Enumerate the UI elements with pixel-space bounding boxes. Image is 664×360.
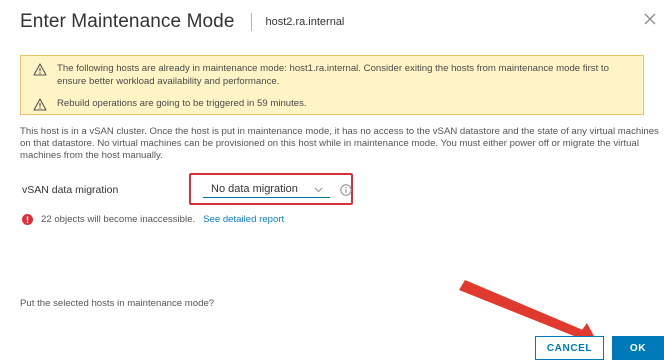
close-icon[interactable] bbox=[643, 12, 657, 26]
error-text: 22 objects will become inaccessible. bbox=[41, 214, 196, 225]
detailed-report-link[interactable]: See detailed report bbox=[203, 214, 284, 225]
host-name: host2.ra.internal bbox=[265, 16, 345, 28]
info-icon[interactable] bbox=[340, 184, 352, 196]
select-underline bbox=[203, 197, 330, 198]
cancel-button[interactable]: CANCEL bbox=[535, 336, 604, 360]
warning-triangle-icon bbox=[33, 98, 47, 111]
warning-text: The following hosts are already in maint… bbox=[57, 63, 609, 87]
vsan-migration-value: No data migration bbox=[211, 183, 298, 195]
warning-item: Rebuild operations are going to be trigg… bbox=[33, 97, 307, 111]
error-circle-icon bbox=[22, 214, 33, 225]
warning-alert: The following hosts are already in maint… bbox=[20, 55, 644, 115]
warning-item: The following hosts are already in maint… bbox=[33, 62, 633, 88]
title-divider bbox=[250, 13, 252, 31]
dialog-title: Enter Maintenance Mode bbox=[20, 11, 235, 32]
error-message-row: 22 objects will become inaccessible. See… bbox=[22, 214, 284, 225]
warning-triangle-icon bbox=[33, 63, 47, 76]
description-text: This host is in a vSAN cluster. Once the… bbox=[20, 126, 659, 161]
dialog-header: Enter Maintenance Mode host2.ra.internal bbox=[20, 10, 344, 34]
vsan-migration-label: vSAN data migration bbox=[22, 184, 119, 196]
maintenance-mode-dialog: Enter Maintenance Mode host2.ra.internal… bbox=[0, 0, 664, 360]
vsan-migration-select[interactable]: No data migration bbox=[203, 182, 330, 199]
chevron-down-icon bbox=[314, 187, 323, 193]
confirmation-question: Put the selected hosts in maintenance mo… bbox=[20, 298, 215, 309]
ok-button[interactable]: OK bbox=[612, 336, 664, 360]
warning-text: Rebuild operations are going to be trigg… bbox=[57, 98, 307, 109]
